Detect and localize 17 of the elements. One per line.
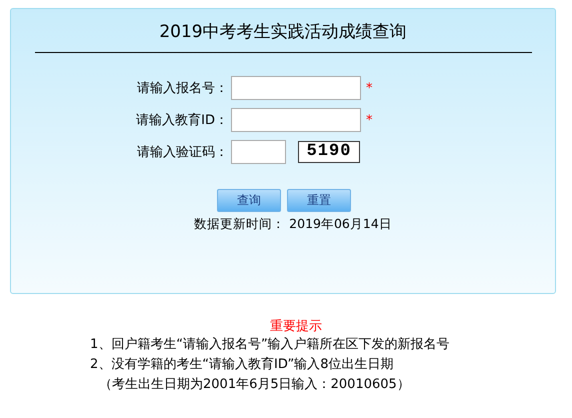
field-label: 请输入教育ID： (135, 112, 228, 129)
action-button[interactable]: 查询 (217, 189, 281, 212)
required-mark: * (366, 112, 372, 128)
input-field[interactable] (231, 108, 361, 132)
notice-text: （考生出生日期为2001年6月5日输入：20010605） (98, 376, 411, 394)
captcha-image: 5190 (298, 141, 360, 163)
input-field[interactable] (231, 140, 286, 164)
notice-text: 2、没有学籍的考生“请输入教育ID”输入8位出生日期 (90, 356, 395, 374)
input-field[interactable] (231, 76, 361, 100)
field-label: 请输入验证码： (136, 144, 228, 161)
field-label: 请输入报名号： (136, 80, 228, 97)
action-button[interactable]: 重置 (287, 189, 351, 212)
update-time: 数据更新时间： 2019年06月14日 (193, 216, 393, 233)
required-mark: * (366, 80, 372, 96)
notice-text: 1、回户籍考生“请输入报名号”输入户籍所在区下发的新报名号 (90, 336, 451, 354)
page-title: 2019中考考生实践活动成绩查询 (158, 21, 408, 44)
notice-heading: 重要提示 (269, 318, 323, 335)
